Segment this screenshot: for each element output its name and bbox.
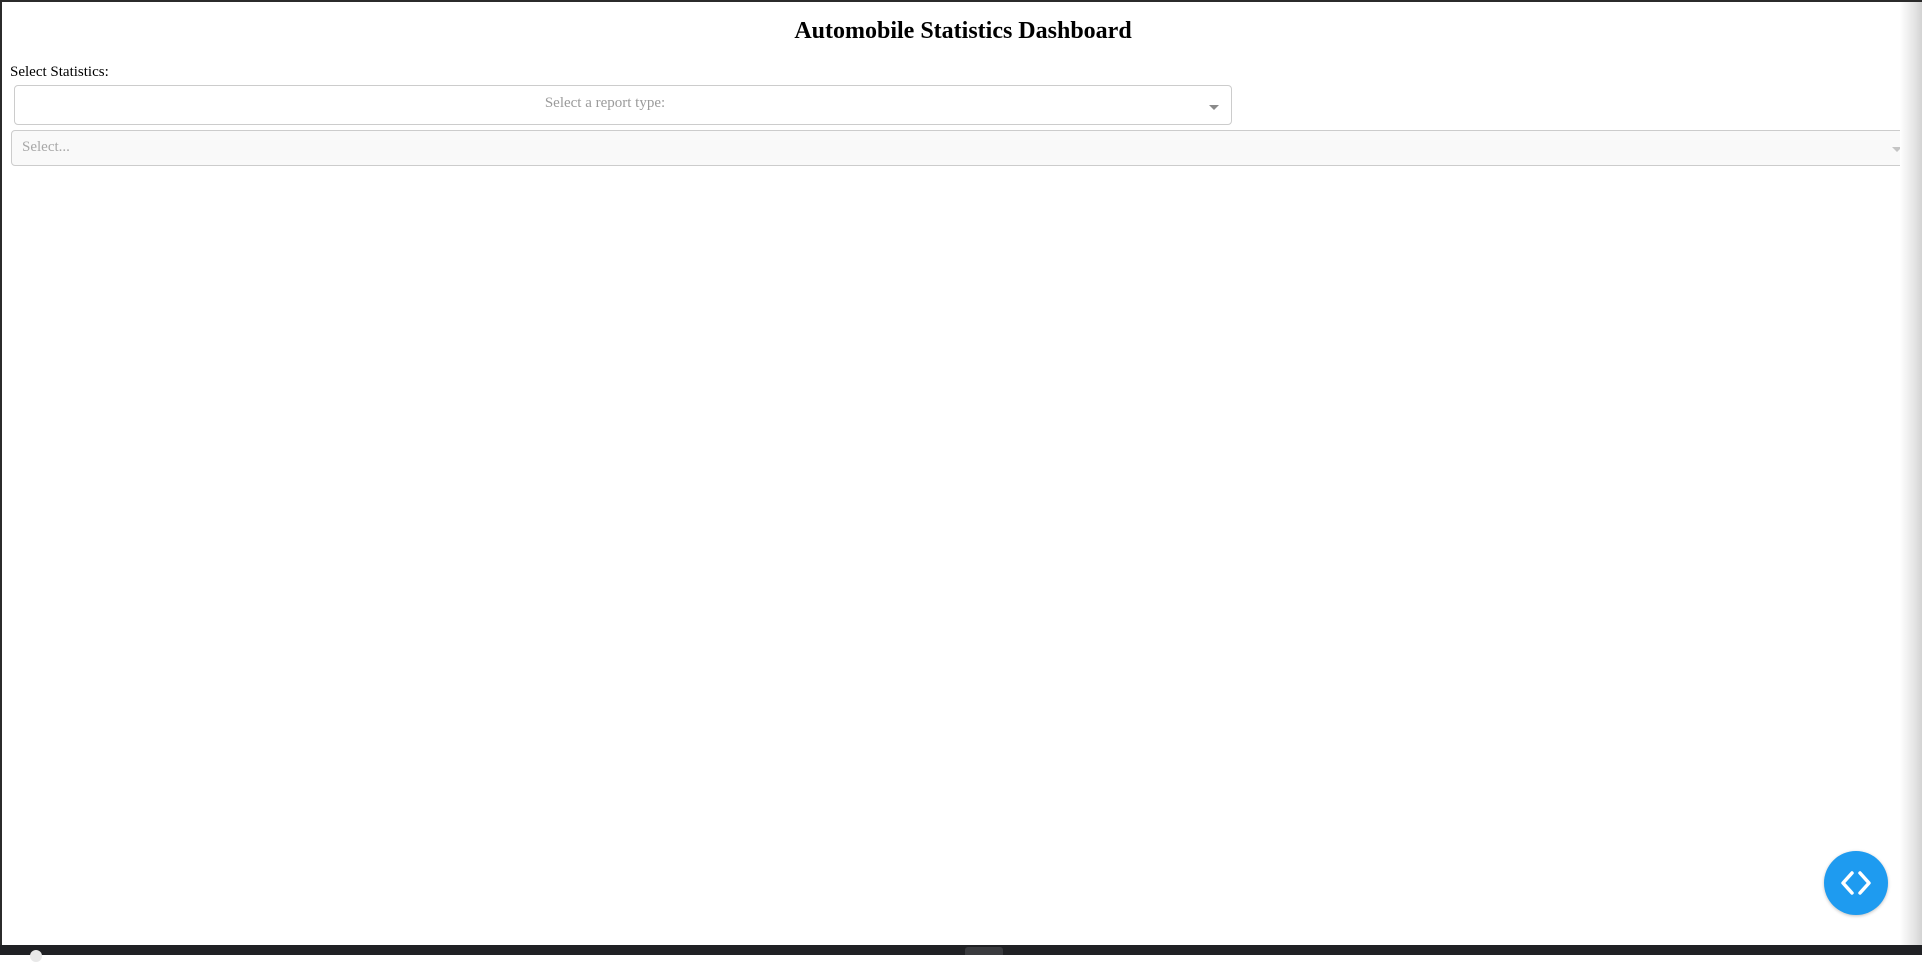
app-window: Automobile Statistics Dashboard Select S… (0, 0, 1922, 955)
code-icon (1838, 867, 1874, 899)
year-select-dropdown[interactable]: Select... (11, 130, 1915, 166)
select-statistics-label: Select Statistics: (10, 64, 109, 81)
code-toggle-button[interactable] (1824, 851, 1888, 915)
taskbar-item[interactable] (965, 947, 1003, 955)
dashboard-page: Automobile Statistics Dashboard Select S… (4, 4, 1912, 947)
page-title: Automobile Statistics Dashboard (4, 18, 1922, 45)
taskbar-app-icon[interactable] (30, 950, 42, 962)
report-type-dropdown[interactable]: Select a report type: (14, 85, 1232, 125)
taskbar (0, 945, 1922, 955)
report-type-placeholder: Select a report type: (15, 95, 1195, 112)
window-edge-shadow (1900, 2, 1922, 947)
year-select-placeholder: Select... (22, 139, 70, 156)
chevron-down-icon (1209, 105, 1219, 110)
